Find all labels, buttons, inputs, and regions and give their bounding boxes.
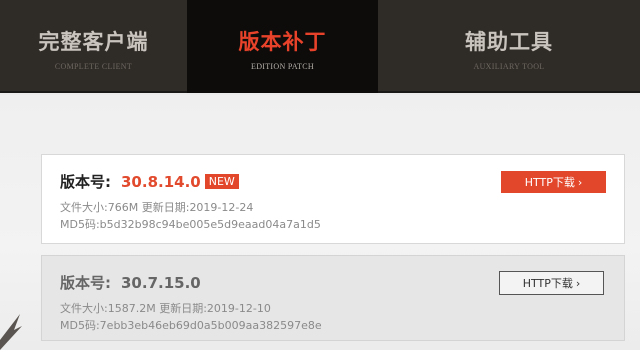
top-tab-bar: 完整客户端 COMPLETE CLIENT 版本补丁 EDITION PATCH… [0, 0, 640, 93]
tab-subtitle: AUXILIARY TOOL [473, 62, 545, 71]
http-download-button[interactable]: HTTP下载 › [501, 171, 606, 193]
tab-subtitle: EDITION PATCH [251, 62, 314, 71]
size-value: 1587.2M [107, 302, 156, 315]
decorative-blade-icon [0, 314, 22, 350]
patch-card: 版本号: 30.7.15.0 文件大小:1587.2M 更新日期:2019-12… [41, 255, 625, 341]
md5-value: b5d32b98c94be005e5d9eaad04a7a1d5 [99, 218, 321, 231]
size-label: 文件大小: [60, 201, 108, 214]
date-value: 2019-12-24 [189, 201, 254, 214]
md5-value: 7ebb3eb46eb69d0a5b009aa382597e8e [99, 319, 322, 332]
tab-auxiliary-tool[interactable]: 辅助工具 AUXILIARY TOOL [378, 0, 640, 93]
download-label: HTTP下载 [524, 176, 575, 189]
version-number: 30.8.14.0 [121, 172, 201, 191]
version-row: 版本号: 30.7.15.0 [60, 272, 201, 293]
tab-title: 完整客户端 [38, 30, 149, 54]
version-label: 版本号: [60, 173, 111, 191]
download-label: HTTP下载 [522, 277, 573, 290]
chevron-right-icon: › [577, 175, 583, 189]
md5-info: MD5码:b5d32b98c94be005e5d9eaad04a7a1d5 [60, 216, 321, 232]
size-label: 文件大小: [60, 302, 108, 315]
file-info: 文件大小:1587.2M 更新日期:2019-12-10 [60, 300, 271, 316]
md5-label: MD5码: [60, 218, 100, 231]
version-row: 版本号: 30.8.14.0 NEW [60, 171, 239, 192]
date-value: 2019-12-10 [206, 302, 271, 315]
version-number: 30.7.15.0 [121, 273, 201, 292]
md5-info: MD5码:7ebb3eb46eb69d0a5b009aa382597e8e [60, 317, 322, 333]
date-label: 更新日期: [141, 201, 190, 214]
file-info: 文件大小:766M 更新日期:2019-12-24 [60, 199, 253, 215]
tab-subtitle: COMPLETE CLIENT [54, 62, 133, 71]
chevron-right-icon: › [575, 276, 581, 290]
tab-complete-client[interactable]: 完整客户端 COMPLETE CLIENT [0, 0, 187, 93]
tab-edition-patch[interactable]: 版本补丁 EDITION PATCH [187, 0, 378, 93]
size-value: 766M [107, 201, 139, 214]
md5-label: MD5码: [60, 319, 100, 332]
http-download-button[interactable]: HTTP下载 › [499, 271, 604, 295]
tab-title: 版本补丁 [238, 30, 327, 54]
patch-card: 版本号: 30.8.14.0 NEW 文件大小:766M 更新日期:2019-1… [41, 154, 625, 244]
tab-title: 辅助工具 [465, 30, 553, 54]
version-label: 版本号: [60, 274, 111, 292]
new-badge: NEW [204, 174, 239, 189]
date-label: 更新日期: [159, 302, 207, 315]
